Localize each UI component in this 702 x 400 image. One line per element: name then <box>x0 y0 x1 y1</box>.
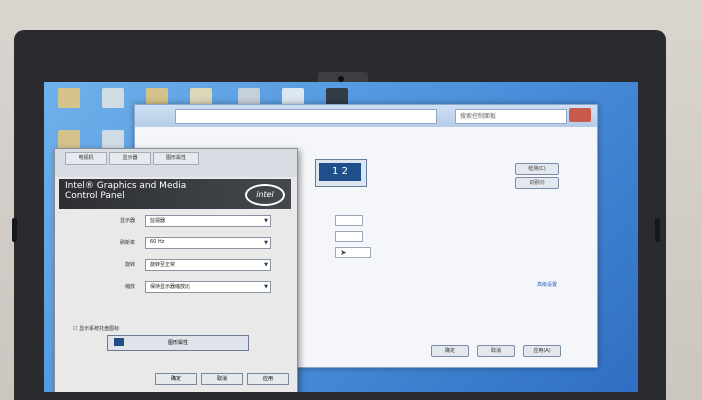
search-input[interactable]: 搜索控制面板 <box>455 109 567 124</box>
chevron-down-icon: ▼ <box>264 284 268 290</box>
ok-button[interactable]: 确定 <box>431 345 469 357</box>
dropdown-2[interactable] <box>335 231 363 242</box>
desktop-icon-file[interactable] <box>102 88 124 108</box>
laptop-screen: 搜索控制面板 1 2 检测(C) 识别(I) 高级设置 确定 取消 应用(A) … <box>44 82 638 392</box>
monitor-icon <box>114 338 124 346</box>
cancel-button[interactable]: 取消 <box>477 345 515 357</box>
dropdown-1[interactable] <box>335 215 363 226</box>
tray-icon-checkbox[interactable]: ☐ 显示系统托盘图标 <box>73 325 119 332</box>
graphics-properties-button[interactable]: 图形属性 <box>107 335 249 351</box>
row-label-rotation: 旋转 <box>124 262 135 268</box>
apply-button[interactable]: 应用(A) <box>523 345 561 357</box>
desktop-icon-folder[interactable] <box>58 88 80 108</box>
tray-icon-label: 显示系统托盘图标 <box>79 326 120 332</box>
dialog-ok-button[interactable]: 确定 <box>155 373 197 385</box>
intel-graphics-dialog: 电视机 显示器 图形属性 Intel® Graphics and Media C… <box>54 148 298 392</box>
address-bar[interactable] <box>175 109 437 124</box>
chevron-down-icon: ▼ <box>264 240 268 246</box>
dialog-tab-strip: 电视机 显示器 图形属性 <box>55 149 297 177</box>
close-button[interactable] <box>569 108 591 122</box>
advanced-settings-link[interactable]: 高级设置 <box>537 281 557 288</box>
intel-banner: Intel® Graphics and Media Control Panel … <box>59 179 291 209</box>
tab-monitor[interactable]: 显示器 <box>109 152 151 165</box>
graphics-properties-label: 图形属性 <box>167 340 188 346</box>
desktop-icon-folder[interactable] <box>58 130 80 150</box>
row-label-refresh: 刷新率 <box>119 240 135 246</box>
intel-logo: intel <box>245 184 285 206</box>
window-titlebar: 搜索控制面板 <box>135 105 597 127</box>
monitor-icon: 1 2 <box>319 163 361 181</box>
tab-tv[interactable]: 电视机 <box>65 152 107 165</box>
left-bumper <box>12 218 17 242</box>
search-placeholder: 搜索控制面板 <box>460 113 497 120</box>
detect-button[interactable]: 检测(C) <box>515 163 559 175</box>
chevron-down-icon: ▼ <box>264 262 268 268</box>
dialog-apply-button[interactable]: 应用 <box>247 373 289 385</box>
rotation-dropdown[interactable]: 旋转至正常 ▼ <box>145 259 271 271</box>
identify-button[interactable]: 识别(I) <box>515 177 559 189</box>
right-bumper <box>655 218 660 242</box>
display-value: 监视器 <box>150 218 166 224</box>
display-dropdown[interactable]: 监视器 ▼ <box>145 215 271 227</box>
rotation-value: 旋转至正常 <box>150 262 176 268</box>
scaling-dropdown[interactable]: 保持显示器缩放比 ▼ <box>145 281 271 293</box>
row-label-scaling: 缩放 <box>124 284 135 290</box>
dialog-title: Intel® Graphics and Media Control Panel <box>65 181 187 201</box>
refresh-rate-dropdown[interactable]: 60 Hz ▼ <box>145 237 271 249</box>
tab-graphics-properties[interactable]: 图形属性 <box>153 152 199 165</box>
desktop-icon-file[interactable] <box>102 130 124 150</box>
row-label-display: 显示器 <box>119 218 135 224</box>
monitor-preview[interactable]: 1 2 <box>315 159 367 187</box>
dialog-cancel-button[interactable]: 取消 <box>201 373 243 385</box>
scaling-value: 保持显示器缩放比 <box>150 284 191 290</box>
chevron-down-icon: ▼ <box>264 218 268 224</box>
refresh-rate-value: 60 Hz <box>150 239 165 245</box>
mouse-pointer-icon: ➤ <box>340 248 347 257</box>
